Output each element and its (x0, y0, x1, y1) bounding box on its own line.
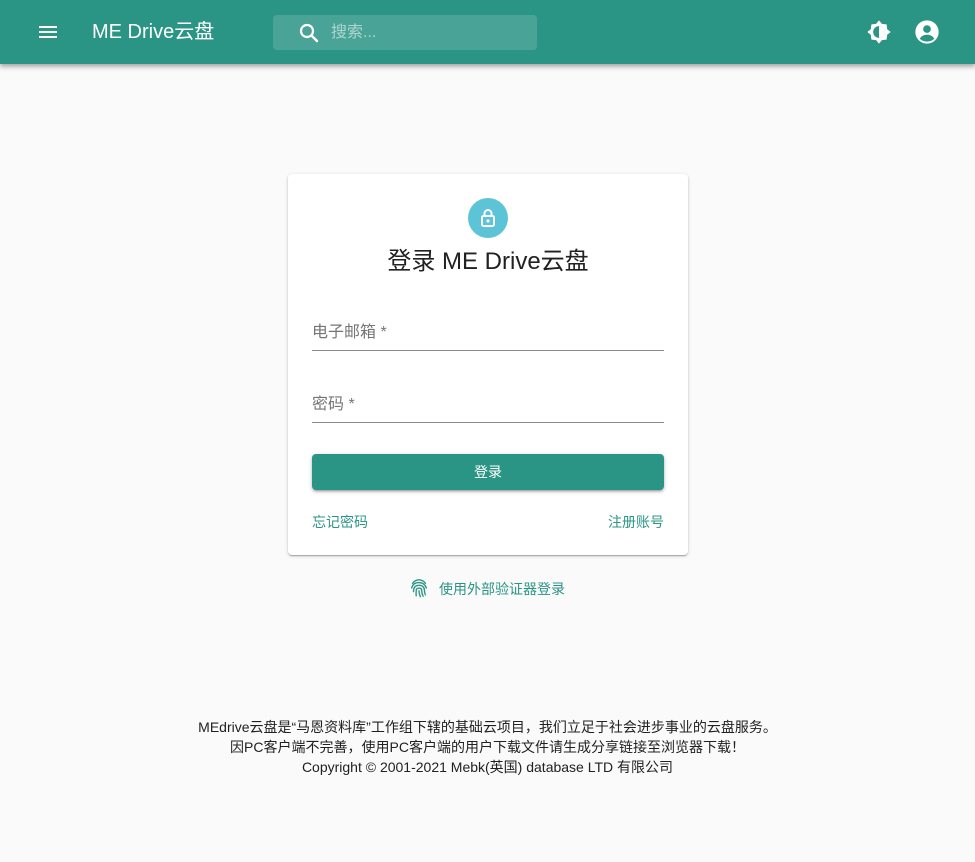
login-title: 登录 ME Drive云盘 (387, 248, 589, 275)
search-input[interactable] (329, 19, 533, 47)
password-input[interactable] (312, 388, 668, 420)
menu-button[interactable] (24, 16, 72, 48)
footer: MEdrive云盘是“马恩资料库”工作组下辖的基础云项目，我们立足于社会进步事业… (0, 717, 975, 777)
theme-toggle-button[interactable] (865, 18, 893, 46)
account-circle-icon (915, 20, 939, 44)
brightness-icon (867, 20, 891, 44)
account-button[interactable] (913, 18, 941, 46)
register-link[interactable]: 注册账号 (608, 512, 664, 532)
lock-icon (481, 209, 495, 227)
email-field[interactable]: 电子邮箱 * (312, 310, 668, 351)
footer-line-1: MEdrive云盘是“马恩资料库”工作组下辖的基础云项目，我们立足于社会进步事业… (198, 719, 777, 735)
login-card: 登录 ME Drive云盘 电子邮箱 * 密码 * 登录 忘记密码 注册账号 (288, 174, 688, 555)
login-button[interactable]: 登录 (312, 454, 664, 490)
menu-icon (39, 26, 57, 38)
footer-copyright: Copyright © 2001-2021 Mebk(英国) database … (301, 759, 674, 775)
fingerprint-icon (410, 579, 428, 598)
external-auth-label: 使用外部验证器登录 (439, 581, 565, 597)
email-input[interactable] (312, 316, 668, 348)
footer-line-2: 因PC客户端不完善，使用PC客户端的用户下载文件请生成分享链接至浏览器下载！ (230, 739, 745, 755)
app-bar: ME Drive云盘 (0, 0, 975, 64)
forgot-password-link[interactable]: 忘记密码 (312, 512, 368, 532)
lock-avatar (468, 198, 508, 238)
search-box[interactable] (273, 15, 537, 50)
password-field[interactable]: 密码 * (312, 382, 668, 423)
search-icon (299, 23, 319, 43)
app-title: ME Drive云盘 (92, 21, 215, 43)
